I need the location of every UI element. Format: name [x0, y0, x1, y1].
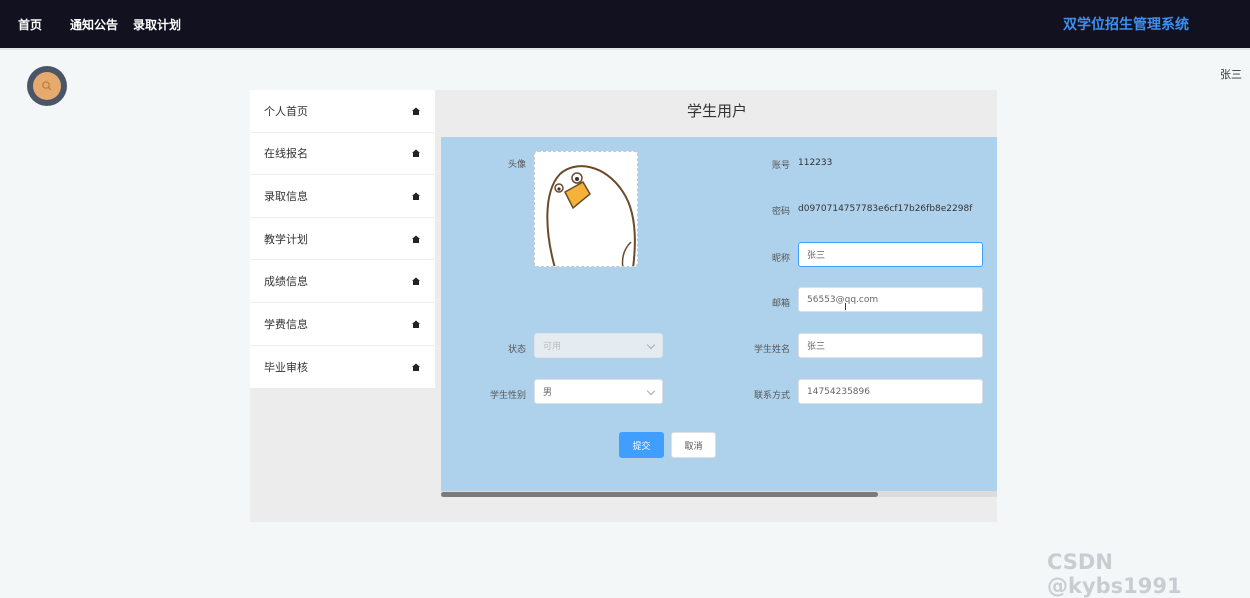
page-title: 学生用户: [686, 102, 747, 120]
duck-avatar-image: [535, 152, 637, 266]
sidebar-item-label: 学费信息: [264, 317, 308, 331]
divider: [0, 48, 1250, 50]
account-label: 账号: [771, 161, 790, 171]
student-name-input-value: 张三: [807, 342, 826, 352]
nav-plan-link[interactable]: 录取计划: [133, 16, 181, 33]
scrollbar-thumb[interactable]: [441, 492, 878, 497]
sidebar-item-tuition[interactable]: 学费信息: [250, 303, 435, 346]
top-navbar: 首页 通知公告 录取计划 双学位招生管理系统: [0, 0, 1250, 48]
status-select: 可用: [534, 333, 663, 358]
home-icon: [411, 362, 421, 372]
search-icon: [33, 72, 61, 100]
sidebar-item-grades[interactable]: 成绩信息: [250, 260, 435, 303]
sidebar-item-register[interactable]: 在线报名: [250, 133, 435, 176]
email-input[interactable]: 56553@qq.com: [798, 287, 983, 312]
chevron-down-icon: [646, 340, 656, 350]
nickname-input-value: 张三: [807, 251, 826, 261]
watermark: CSDN @kybs1991: [1047, 550, 1182, 598]
gender-label: 学生性别: [489, 391, 526, 401]
sidebar-item-admission[interactable]: 录取信息: [250, 175, 435, 218]
status-select-value: 可用: [543, 342, 562, 352]
student-name-input[interactable]: 张三: [798, 333, 983, 358]
profile-form: [441, 137, 997, 491]
home-icon: [411, 191, 421, 201]
home-icon: [411, 319, 421, 329]
home-icon: [411, 148, 421, 158]
sidebar-item-label: 在线报名: [264, 147, 308, 161]
home-icon: [411, 276, 421, 286]
password-value: d0970714757783e6cf17b26fb8e2298f: [798, 204, 973, 214]
phone-input-value: 14754235896: [807, 386, 870, 397]
chevron-down-icon: [646, 386, 656, 396]
email-input-value: 56553@qq.com: [807, 294, 879, 305]
nickname-input[interactable]: 张三: [798, 242, 983, 267]
submit-button[interactable]: 提交: [619, 432, 664, 458]
avatar-upload[interactable]: [534, 151, 638, 267]
brand-title: 双学位招生管理系统: [1063, 17, 1189, 33]
sidebar-item-graduation[interactable]: 毕业审核: [250, 346, 435, 389]
nickname-label: 昵称: [771, 254, 790, 264]
nav-home-link[interactable]: 首页: [18, 16, 42, 33]
sidebar-item-home[interactable]: 个人首页: [250, 90, 435, 133]
email-label: 邮箱: [771, 299, 790, 309]
status-label: 状态: [507, 345, 526, 355]
sidebar-item-label: 毕业审核: [264, 360, 308, 374]
avatar-label: 头像: [507, 160, 526, 170]
phone-label: 联系方式: [753, 391, 790, 401]
sidebar-item-label: 录取信息: [264, 189, 308, 203]
nav-notice-link[interactable]: 通知公告: [70, 16, 118, 33]
sidebar-item-label: 教学计划: [264, 232, 308, 246]
phone-input[interactable]: 14754235896: [798, 379, 983, 404]
sidebar-item-teaching-plan[interactable]: 教学计划: [250, 218, 435, 261]
gender-select[interactable]: 男: [534, 379, 663, 404]
account-value: 112233: [798, 158, 833, 168]
cancel-button[interactable]: 取消: [671, 432, 716, 458]
gender-select-value: 男: [543, 388, 553, 398]
text-cursor-icon: I: [844, 302, 847, 313]
sidebar: 个人首页 在线报名 录取信息 教学计划 成绩信息 学费信息 毕业审核: [250, 90, 435, 389]
sidebar-item-label: 个人首页: [264, 104, 308, 118]
password-label: 密码: [771, 207, 790, 217]
username-label[interactable]: 张三: [1220, 66, 1242, 82]
home-icon: [411, 234, 421, 244]
avatar[interactable]: [27, 66, 67, 106]
sidebar-item-label: 成绩信息: [264, 275, 308, 289]
home-icon: [411, 106, 421, 116]
student-name-label: 学生姓名: [753, 345, 790, 355]
